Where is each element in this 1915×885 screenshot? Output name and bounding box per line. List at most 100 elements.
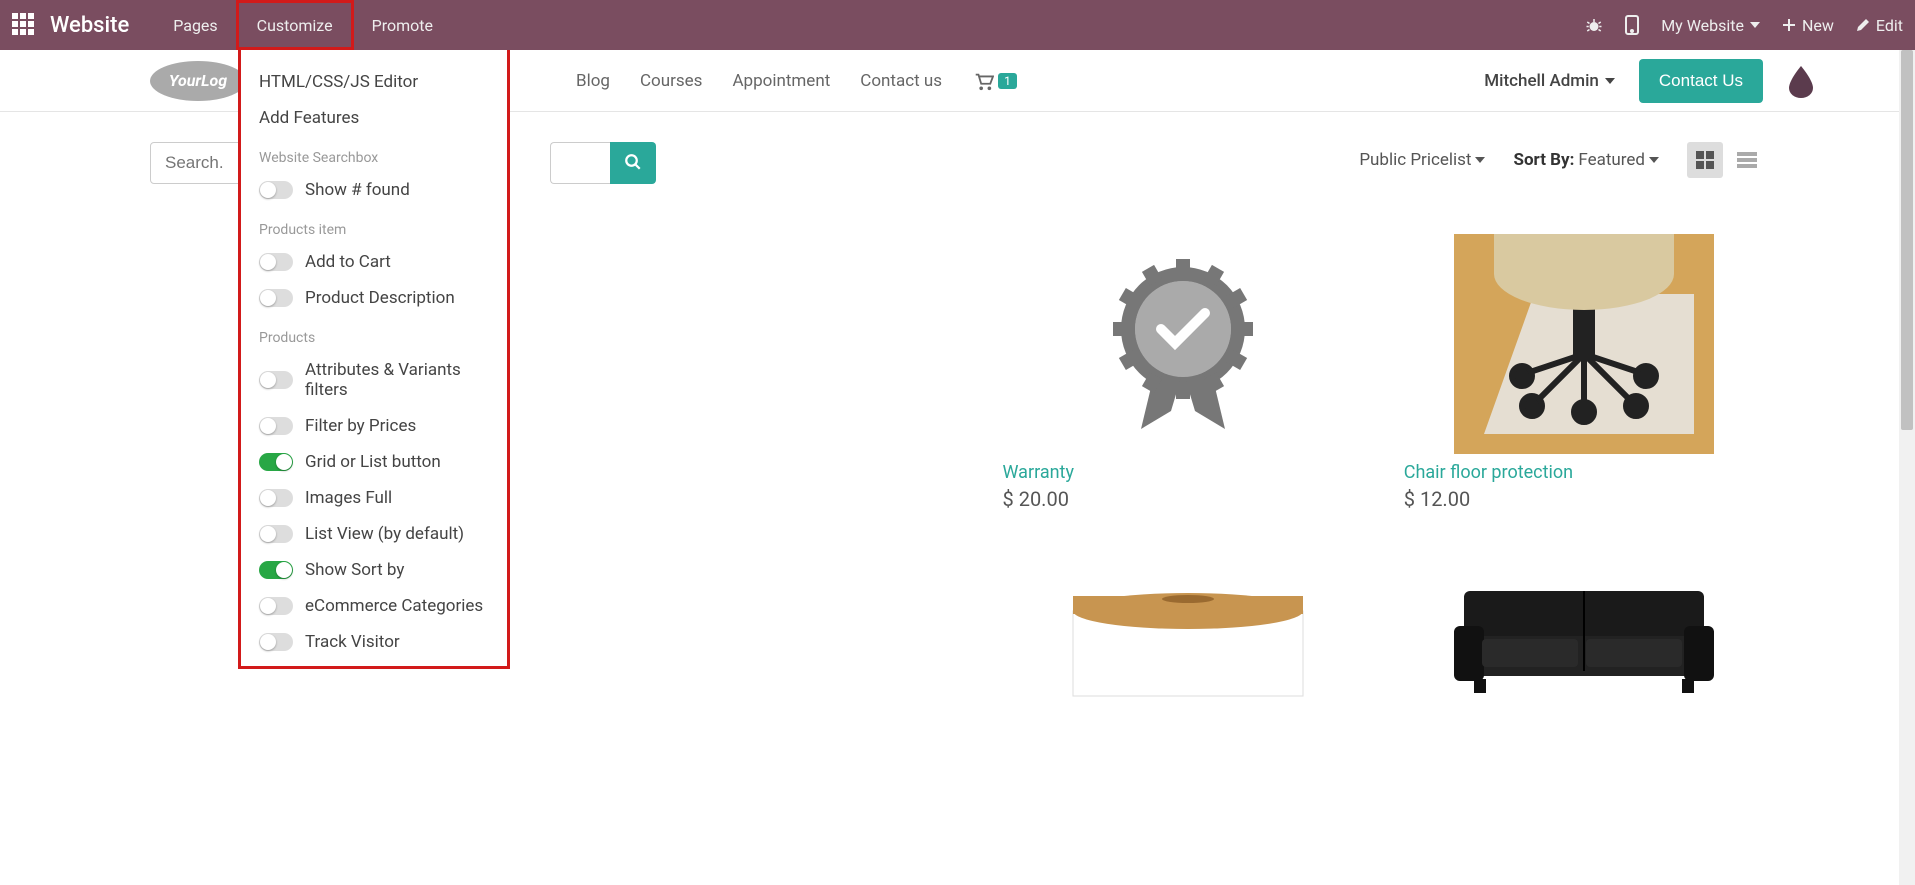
- caret-down-icon: [1649, 157, 1659, 163]
- new-label: New: [1802, 16, 1834, 35]
- toggle-icon: [259, 371, 293, 389]
- product-image: [1003, 234, 1364, 454]
- product-image: [1404, 234, 1765, 454]
- app-title[interactable]: Website: [50, 13, 129, 38]
- search-button[interactable]: [610, 142, 656, 184]
- list-view-button[interactable]: [1729, 142, 1765, 178]
- toggle-icon: [259, 561, 293, 579]
- cart-icon: [972, 71, 994, 91]
- dd-toggle-track-visitor[interactable]: Track Visitor: [241, 624, 507, 652]
- toggle-label: Images Full: [305, 488, 392, 508]
- list-icon: [1737, 152, 1757, 168]
- dd-section-searchbox: Website Searchbox: [241, 136, 507, 172]
- mobile-icon[interactable]: [1625, 15, 1639, 35]
- dd-toggle-attributes-variants[interactable]: Attributes & Variants filters: [241, 352, 507, 408]
- menu-pages[interactable]: Pages: [155, 0, 235, 50]
- toggle-label: eCommerce Categories: [305, 596, 483, 616]
- toggle-label: Track Visitor: [305, 632, 400, 652]
- dd-toggle-product-description[interactable]: Product Description: [241, 280, 507, 316]
- bug-icon[interactable]: [1585, 16, 1603, 34]
- search-left: [150, 142, 240, 184]
- dd-toggle-list-view-default[interactable]: List View (by default): [241, 516, 507, 552]
- toggle-label: Product Description: [305, 288, 455, 308]
- toggle-icon: [259, 289, 293, 307]
- caret-down-icon: [1475, 157, 1485, 163]
- edit-label: Edit: [1876, 16, 1903, 35]
- toggle-icon: [259, 633, 293, 651]
- caret-down-icon: [1605, 78, 1615, 84]
- new-button[interactable]: New: [1782, 16, 1834, 35]
- customize-dropdown: HTML/CSS/JS Editor Add Features Website …: [238, 50, 510, 669]
- dd-html-editor[interactable]: HTML/CSS/JS Editor: [241, 64, 507, 100]
- pricelist-dropdown[interactable]: Public Pricelist: [1359, 150, 1485, 170]
- nav-appointment[interactable]: Appointment: [732, 71, 830, 91]
- dd-toggle-show-found[interactable]: Show # found: [241, 172, 507, 208]
- search-main: [550, 142, 656, 184]
- nav-courses[interactable]: Courses: [640, 71, 702, 91]
- dd-toggle-show-sortby[interactable]: Show Sort by: [241, 552, 507, 588]
- caret-down-icon: [1750, 22, 1760, 28]
- search-input-main[interactable]: [550, 142, 610, 184]
- product-price: $ 12.00: [1404, 487, 1765, 511]
- product-image: [1003, 551, 1364, 701]
- user-dropdown[interactable]: Mitchell Admin: [1484, 71, 1615, 91]
- user-name: Mitchell Admin: [1484, 71, 1599, 91]
- top-menu: Pages Customize Promote: [155, 0, 451, 50]
- dd-toggle-filter-prices[interactable]: Filter by Prices: [241, 408, 507, 444]
- grid-view-button[interactable]: [1687, 142, 1723, 178]
- menu-customize[interactable]: Customize: [236, 0, 354, 50]
- contact-us-button[interactable]: Contact Us: [1639, 59, 1763, 103]
- product-title[interactable]: Chair floor protection: [1404, 462, 1765, 483]
- toggle-label: Filter by Prices: [305, 416, 416, 436]
- product-card[interactable]: [1003, 551, 1364, 701]
- search-icon: [624, 153, 642, 171]
- product-card[interactable]: [1404, 551, 1765, 701]
- dd-toggle-add-to-cart[interactable]: Add to Cart: [241, 244, 507, 280]
- my-website-label: My Website: [1661, 16, 1744, 35]
- menu-promote[interactable]: Promote: [354, 0, 451, 50]
- dd-toggle-images-full[interactable]: Images Full: [241, 480, 507, 516]
- pricelist-label: Public Pricelist: [1359, 150, 1471, 170]
- cart-button[interactable]: 1: [972, 71, 1017, 91]
- topbar: Website Pages Customize Promote My Websi…: [0, 0, 1915, 50]
- topbar-right: My Website New Edit: [1585, 0, 1903, 50]
- dd-section-products-item: Products item: [241, 208, 507, 244]
- search-input-left[interactable]: [150, 142, 240, 184]
- grid-icon: [1696, 151, 1714, 169]
- sortby-value: Featured: [1578, 150, 1645, 170]
- nav-contact-us[interactable]: Contact us: [860, 71, 942, 91]
- dd-toggle-ecommerce-categories[interactable]: eCommerce Categories: [241, 588, 507, 624]
- apps-icon[interactable]: [12, 13, 36, 37]
- scrollbar[interactable]: [1899, 50, 1915, 885]
- my-website-dropdown[interactable]: My Website: [1661, 16, 1760, 35]
- toggle-label: Attributes & Variants filters: [305, 360, 489, 400]
- scrollbar-thumb[interactable]: [1901, 50, 1913, 430]
- toggle-icon: [259, 525, 293, 543]
- product-price: $ 20.00: [1003, 487, 1364, 511]
- product-card[interactable]: Warranty $ 20.00: [1003, 234, 1364, 511]
- product-card[interactable]: Chair floor protection $ 12.00: [1404, 234, 1765, 511]
- dd-toggle-grid-list[interactable]: Grid or List button: [241, 444, 507, 480]
- product-title[interactable]: Warranty: [1003, 462, 1364, 483]
- view-toggle: [1687, 142, 1765, 178]
- sortby-dropdown[interactable]: Sort By: Featured: [1513, 150, 1659, 170]
- toggle-label: Show Sort by: [305, 560, 404, 580]
- toggle-icon: [259, 453, 293, 471]
- theme-droplet-icon[interactable]: [1787, 64, 1815, 98]
- dd-section-products: Products: [241, 316, 507, 352]
- product-image: [1404, 551, 1765, 701]
- nav-blog[interactable]: Blog: [576, 71, 610, 91]
- toggle-icon: [259, 181, 293, 199]
- sortby-label: Sort By:: [1513, 150, 1574, 170]
- toggle-icon: [259, 417, 293, 435]
- toggle-label: List View (by default): [305, 524, 464, 544]
- toggle-icon: [259, 489, 293, 507]
- toggle-label: Add to Cart: [305, 252, 391, 272]
- toggle-icon: [259, 597, 293, 615]
- dd-add-features[interactable]: Add Features: [241, 100, 507, 136]
- cart-count-badge: 1: [998, 73, 1017, 89]
- site-logo[interactable]: YourLog: [150, 61, 246, 101]
- toggle-icon: [259, 253, 293, 271]
- toggle-label: Grid or List button: [305, 452, 441, 472]
- edit-button[interactable]: Edit: [1856, 16, 1903, 35]
